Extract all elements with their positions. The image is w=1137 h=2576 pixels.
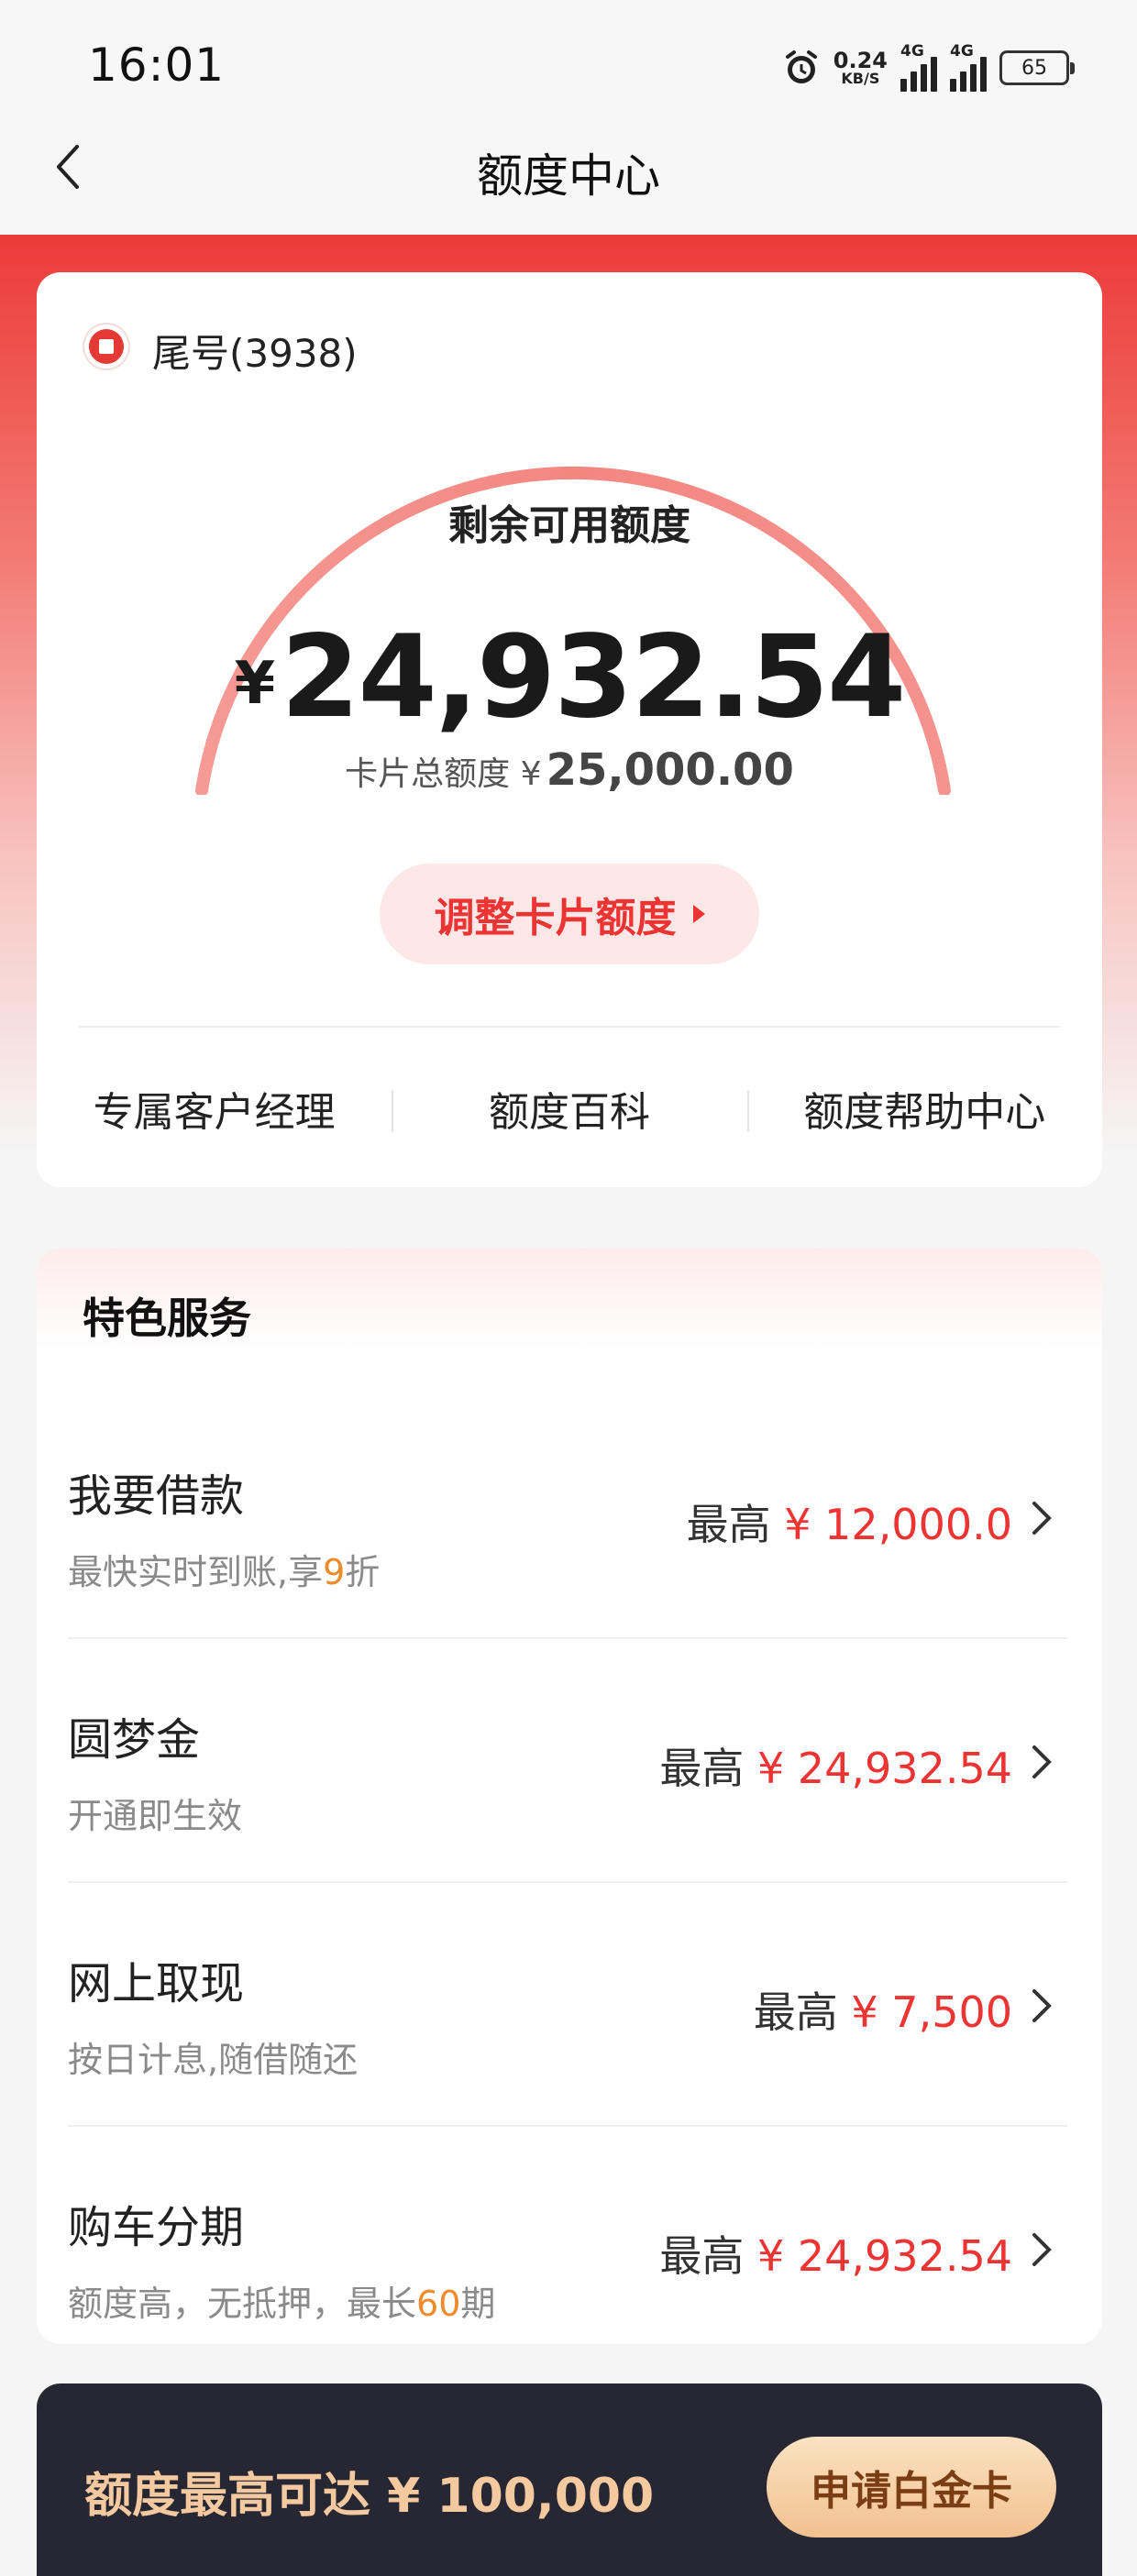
divider (79, 1026, 1060, 1028)
adjust-limit-label: 调整卡片额度 (434, 895, 677, 941)
platinum-card-banner: 额度最高可达 ¥ 100,000 申请白金卡 (37, 2383, 1102, 2576)
chevron-right-icon (1032, 1502, 1052, 1535)
signal-icon: 4G (900, 42, 937, 92)
link-limit-help-center[interactable]: 额度帮助中心 (746, 1079, 1102, 1143)
service-item-cash-withdrawal[interactable]: 网上取现 按日计息,随借随还 最高 ¥ 7,500 (68, 1883, 1067, 2127)
service-desc: 最快实时到账,享9折 (68, 1552, 381, 1592)
page-title: 额度中心 (477, 149, 660, 203)
quick-links: 专属客户经理 额度百科 额度帮助中心 (37, 1079, 1102, 1143)
banner-text: 额度最高可达 ¥ 100,000 (84, 2469, 655, 2524)
chevron-right-icon (1032, 2233, 1052, 2266)
signal-icon-2: 4G (950, 42, 987, 92)
card-number: 尾号(3938) (152, 331, 358, 376)
available-balance: ¥24,932.54 (37, 611, 1102, 743)
link-limit-wiki[interactable]: 额度百科 (392, 1079, 746, 1143)
network-speed: 0.24 KB/S (833, 50, 888, 86)
chevron-right-icon (1032, 1745, 1052, 1778)
service-max-amount: 最高 ¥ 7,500 (753, 1987, 1012, 2037)
service-max-amount: 最高 ¥ 24,932.54 (659, 2231, 1012, 2281)
featured-services: 特色服务 我要借款 最快实时到账,享9折 最高 ¥ 12,000.0 圆梦金 开… (37, 1249, 1102, 2344)
battery-level: 65 (1021, 56, 1047, 80)
bank-logo-icon (83, 323, 130, 370)
status-time: 16:01 (88, 39, 226, 92)
link-account-manager[interactable]: 专属客户经理 (37, 1079, 392, 1143)
chevron-right-icon (1032, 1989, 1052, 2022)
total-limit: 卡片总额度 ¥ 25,000.00 (37, 744, 1102, 796)
signal-tag: 4G (900, 42, 924, 61)
adjust-limit-button[interactable]: 调整卡片额度 (380, 864, 759, 964)
service-desc: 开通即生效 (68, 1796, 243, 1836)
play-arrow-icon (692, 905, 705, 923)
total-limit-amount: 25,000.00 (546, 744, 794, 796)
service-name: 网上取现 (68, 1958, 245, 2009)
total-limit-label: 卡片总额度 ¥ (345, 755, 542, 793)
apply-platinum-button[interactable]: 申请白金卡 (767, 2437, 1056, 2537)
service-max-amount: 最高 ¥ 24,932.54 (659, 1744, 1012, 1793)
service-item-loan[interactable]: 我要借款 最快实时到账,享9折 最高 ¥ 12,000.0 (68, 1395, 1067, 1639)
service-name: 购车分期 (68, 2202, 245, 2253)
status-icons: 0.24 KB/S 4G 4G 65 (782, 42, 1075, 94)
currency-symbol: ¥ (234, 650, 276, 718)
network-speed-value: 0.24 (833, 48, 888, 73)
service-desc: 额度高，无抵押，最长60期 (68, 2284, 496, 2324)
available-limit-label: 剩余可用额度 (448, 502, 690, 549)
service-item-dream-fund[interactable]: 圆梦金 开通即生效 最高 ¥ 24,932.54 (68, 1639, 1067, 1883)
service-desc: 按日计息,随借随还 (68, 2040, 359, 2080)
service-name: 我要借款 (68, 1470, 245, 1522)
network-speed-unit: KB/S (841, 70, 880, 87)
battery-icon: 65 (999, 50, 1075, 85)
credit-limit-card: 尾号(3938) 剩余可用额度 ¥24,932.54 卡片总额度 ¥ 25,00… (37, 272, 1102, 1187)
status-bar: 16:01 0.24 KB/S 4G 4G 65 (0, 0, 1137, 133)
available-amount: 24,932.54 (281, 611, 906, 743)
alarm-icon (782, 49, 821, 87)
service-name: 圆梦金 (68, 1714, 201, 1766)
signal-tag-2: 4G (950, 42, 974, 61)
service-item-car-installment[interactable]: 购车分期 额度高，无抵押，最长60期 最高 ¥ 24,932.54 (68, 2127, 1067, 2344)
service-max-amount: 最高 ¥ 12,000.0 (686, 1500, 1012, 1549)
services-title: 特色服务 (83, 1294, 251, 1343)
